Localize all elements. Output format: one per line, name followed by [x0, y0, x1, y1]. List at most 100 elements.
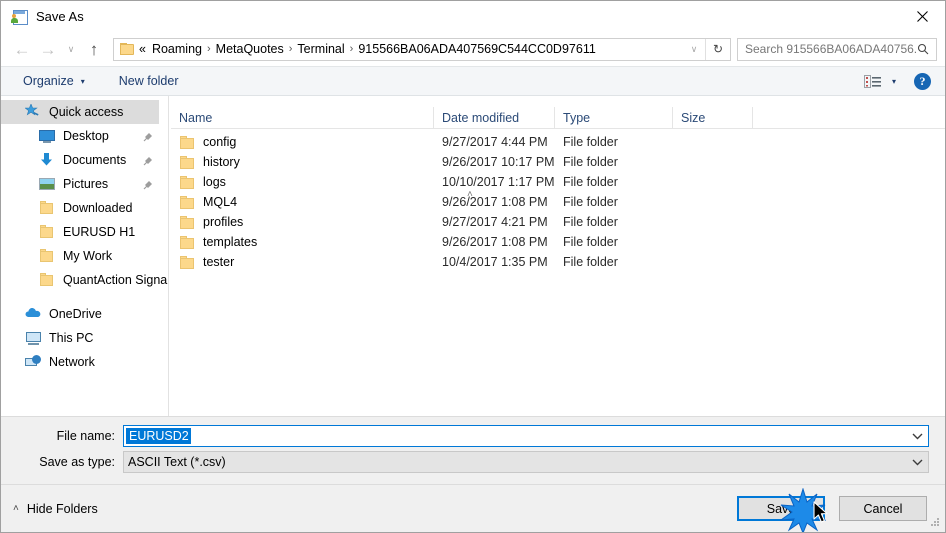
sidebar-item-label: EURUSD H1: [63, 225, 136, 239]
file-type-cell: File folder: [563, 195, 618, 209]
file-name-row: File name: EURUSD2: [1, 425, 945, 447]
table-row[interactable]: config 9/27/2017 4:44 PM File folder: [171, 132, 945, 152]
chevron-down-icon: ∨: [67, 43, 75, 54]
picture-icon: [39, 176, 56, 192]
file-name-cell: templates: [171, 235, 434, 249]
breadcrumb-dropdown-button[interactable]: ∨: [683, 39, 705, 60]
new-folder-label: New folder: [118, 74, 179, 88]
organize-label: Organize: [23, 74, 74, 88]
up-arrow-icon: ↑: [89, 39, 99, 59]
folder-icon: [39, 272, 56, 288]
file-name-input[interactable]: EURUSD2: [123, 425, 929, 447]
file-name-cell: history: [171, 155, 434, 169]
help-button[interactable]: ?: [914, 72, 931, 90]
up-button[interactable]: ↑: [81, 36, 107, 62]
back-button[interactable]: ←: [9, 36, 35, 62]
file-name-label: templates: [203, 235, 258, 249]
column-header-name[interactable]: Name: [171, 107, 434, 129]
file-date-cell: 9/27/2017 4:44 PM: [442, 135, 548, 149]
breadcrumb[interactable]: « Roaming › MetaQuotes › Terminal › 9155…: [113, 37, 731, 61]
refresh-icon: ↻: [712, 42, 724, 56]
table-row[interactable]: templates 9/26/2017 1:08 PM File folder: [171, 232, 945, 252]
forward-arrow-icon: →: [39, 39, 57, 59]
cancel-label: Cancel: [863, 501, 903, 516]
toolbar-right-group: ▾ ?: [863, 72, 945, 90]
resize-grip[interactable]: [931, 518, 941, 528]
sidebar-item-label: My Work: [63, 249, 113, 263]
folder-icon: [180, 135, 195, 149]
hide-folders-label: Hide Folders: [26, 501, 98, 516]
cancel-button[interactable]: Cancel: [839, 496, 927, 521]
table-row[interactable]: tester 10/4/2017 1:35 PM File folder: [171, 252, 945, 272]
file-date-cell: 10/4/2017 1:35 PM: [442, 255, 548, 269]
file-name-label: MQL4: [203, 195, 238, 209]
breadcrumb-prefix: «: [139, 42, 146, 56]
forward-button[interactable]: →: [35, 36, 61, 62]
save-form: File name: EURUSD2 Save as type: ASCII T…: [1, 416, 945, 485]
sidebar-item-my-work[interactable]: My Work: [1, 244, 168, 268]
table-row[interactable]: logs 10/10/2017 1:17 PM File folder: [171, 172, 945, 192]
computer-icon: [25, 330, 42, 346]
breadcrumb-item-terminal[interactable]: Terminal: [297, 42, 344, 56]
folder-icon: [39, 248, 56, 264]
table-row[interactable]: history 9/26/2017 10:17 PM File folder: [171, 152, 945, 172]
search-placeholder: Search 915566BA06ADA40756...: [745, 42, 917, 56]
sidebar-item-network[interactable]: Network: [1, 350, 168, 374]
column-header-row: Name Date modified Type Size: [171, 105, 945, 129]
sidebar-item-downloaded[interactable]: Downloaded: [1, 196, 168, 220]
chevron-up-icon: ˄: [13, 503, 19, 514]
breadcrumb-item-current[interactable]: 915566BA06ADA407569C544CC0D97611: [358, 42, 595, 56]
sidebar-item-label: Network: [49, 355, 95, 369]
breadcrumb-item-roaming[interactable]: Roaming: [152, 42, 202, 56]
file-name-cell: logs: [171, 175, 434, 189]
sidebar-item-quantaction-signal[interactable]: QuantAction Signal: [1, 268, 168, 292]
table-row[interactable]: MQL4 9/26/2017 1:08 PM File folder: [171, 192, 945, 212]
chevron-down-icon[interactable]: ▾: [892, 77, 896, 86]
file-list-pane: ˄ Name Date modified Type Size config 9/…: [171, 96, 945, 416]
cloud-icon: [25, 306, 42, 322]
new-folder-button[interactable]: New folder: [111, 69, 187, 93]
chevron-right-icon: ›: [288, 43, 293, 55]
search-input[interactable]: Search 915566BA06ADA40756...: [737, 37, 937, 61]
sidebar-item-label: QuantAction Signal: [63, 273, 169, 287]
sidebar-item-pictures[interactable]: Pictures: [1, 172, 168, 196]
column-header-date-modified[interactable]: Date modified: [434, 107, 555, 129]
pin-icon[interactable]: [143, 179, 154, 190]
sidebar-item-label: Quick access: [49, 105, 124, 119]
breadcrumb-item-metaquotes[interactable]: MetaQuotes: [216, 42, 284, 56]
file-name-cell: config: [171, 135, 434, 149]
column-header-size[interactable]: Size: [673, 107, 753, 129]
sidebar-item-documents[interactable]: Documents: [1, 148, 168, 172]
chevron-down-icon: ∨: [690, 43, 698, 54]
save-as-type-select[interactable]: ASCII Text (*.csv): [123, 451, 929, 473]
chevron-down-icon[interactable]: [906, 452, 928, 472]
table-row[interactable]: profiles 9/27/2017 4:21 PM File folder: [171, 212, 945, 232]
dialog-footer: ˄ Hide Folders Save Cancel: [1, 484, 945, 532]
file-name-cell: profiles: [171, 215, 434, 229]
hide-folders-button[interactable]: ˄ Hide Folders: [13, 502, 98, 516]
view-options-icon[interactable]: [863, 74, 882, 88]
organize-button[interactable]: Organize ▾: [15, 69, 93, 93]
save-button[interactable]: Save: [737, 496, 825, 521]
sidebar-item-desktop[interactable]: Desktop: [1, 124, 168, 148]
sidebar-item-onedrive[interactable]: OneDrive: [1, 302, 168, 326]
recent-locations-button[interactable]: ∨: [61, 36, 81, 62]
save-as-icon: [11, 9, 28, 25]
column-header-type[interactable]: Type: [555, 107, 673, 129]
pin-icon[interactable]: [143, 155, 154, 166]
file-name-label: File name:: [56, 429, 115, 443]
refresh-button[interactable]: ↻: [705, 38, 730, 60]
sidebar-item-eurusd-h1[interactable]: EURUSD H1: [1, 220, 168, 244]
chevron-down-icon[interactable]: [906, 426, 928, 446]
folder-icon: [180, 235, 195, 249]
sidebar-item-this-pc[interactable]: This PC: [1, 326, 168, 350]
search-icon: [917, 43, 936, 55]
close-icon[interactable]: [899, 1, 945, 31]
folder-icon: [39, 200, 56, 216]
file-date-cell: 9/27/2017 4:21 PM: [442, 215, 548, 229]
pin-icon[interactable]: [143, 131, 154, 142]
sidebar-item-quick-access[interactable]: Quick access: [1, 100, 159, 124]
file-type-cell: File folder: [563, 175, 618, 189]
folder-icon: [120, 43, 135, 55]
file-type-cell: File folder: [563, 135, 618, 149]
